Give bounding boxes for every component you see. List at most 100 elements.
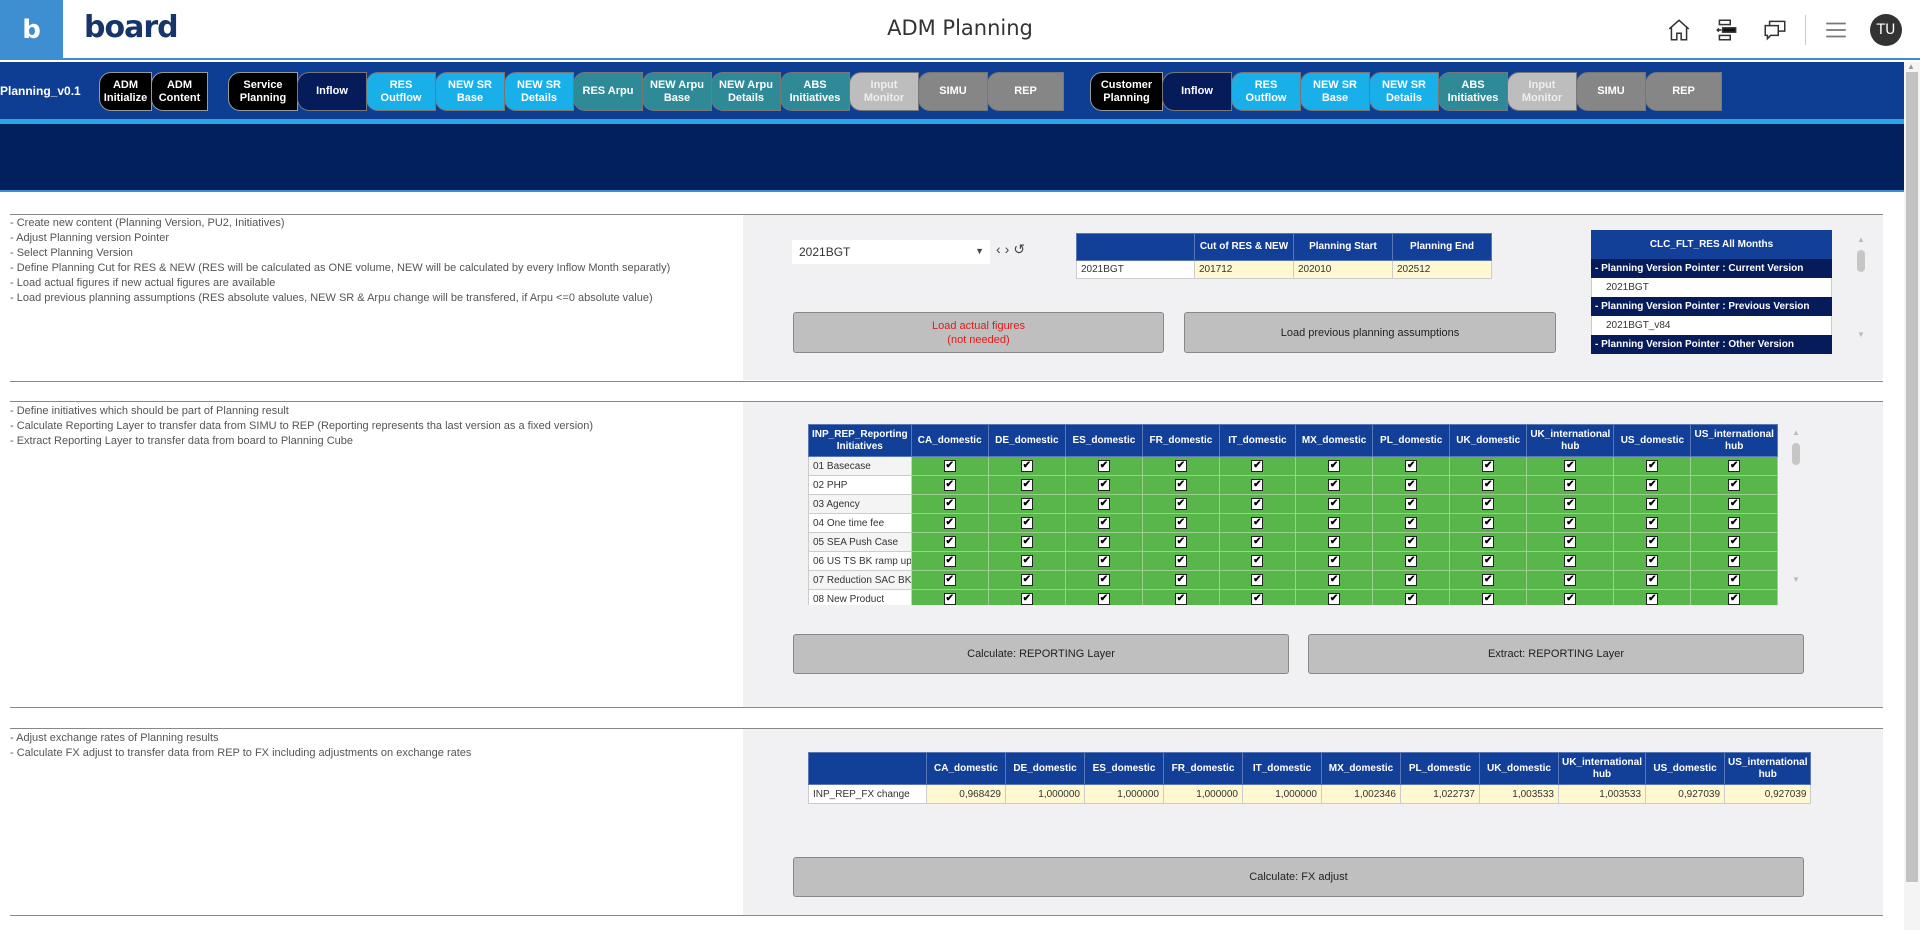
checkbox[interactable]: ✔ [1174,555,1187,567]
checkbox[interactable]: ✔ [1564,479,1577,491]
checkbox[interactable]: ✔ [1020,536,1033,548]
scroll-up-icon[interactable]: ▲ [1791,428,1801,437]
calculate-reporting-layer-button[interactable]: Calculate: REPORTING Layer [793,634,1289,674]
checkbox[interactable]: ✔ [943,498,956,510]
checkbox[interactable]: ✔ [1405,574,1418,586]
tab-new-sr-details[interactable]: NEW SR Details [504,72,574,111]
checkbox[interactable]: ✔ [1251,517,1264,529]
cut-cell[interactable]: 201712 [1194,260,1294,279]
checkbox[interactable]: ✔ [1328,517,1341,529]
tab-res-arpu[interactable]: RES Arpu [573,72,643,111]
checkbox[interactable]: ✔ [1020,498,1033,510]
checkbox[interactable]: ✔ [1482,460,1495,472]
checkbox[interactable]: ✔ [1728,460,1741,472]
scroll-up-icon[interactable]: ▲ [1856,235,1866,244]
checkbox[interactable]: ✔ [1020,460,1033,472]
checkbox[interactable]: ✔ [1097,498,1110,510]
checkbox[interactable]: ✔ [1646,574,1659,586]
planning-end-cell[interactable]: 202512 [1392,260,1492,279]
tab-adm-content[interactable]: ADM Content [151,72,208,111]
tab-res-outflow[interactable]: RES Outflow [1231,72,1301,111]
checkbox[interactable]: ✔ [1328,555,1341,567]
checkbox[interactable]: ✔ [1564,593,1577,605]
checkbox[interactable]: ✔ [1174,517,1187,529]
checkbox[interactable]: ✔ [1564,460,1577,472]
checkbox[interactable]: ✔ [1728,574,1741,586]
checkbox[interactable]: ✔ [1405,460,1418,472]
checkbox[interactable]: ✔ [1328,536,1341,548]
tab-abs-initiatives[interactable]: ABS Initiatives [780,72,850,111]
initiatives-scrollbar[interactable]: ▲ ▼ [1791,428,1801,584]
checkbox[interactable]: ✔ [1097,517,1110,529]
calculate-fx-adjust-button[interactable]: Calculate: FX adjust [793,857,1804,897]
checkbox[interactable]: ✔ [1482,517,1495,529]
checkbox[interactable]: ✔ [1405,536,1418,548]
checkbox[interactable]: ✔ [1174,460,1187,472]
tab-customer-planning[interactable]: Customer Planning [1090,72,1163,111]
checkbox[interactable]: ✔ [1251,593,1264,605]
tab-adm-initialize[interactable]: ADM Initialize [99,72,152,111]
checkbox[interactable]: ✔ [1482,536,1495,548]
tab-input-monitor[interactable]: Input Monitor [1507,72,1577,111]
tab-inflow[interactable]: Inflow [297,72,367,111]
checkbox[interactable]: ✔ [1482,593,1495,605]
user-avatar[interactable]: TU [1870,14,1902,46]
checkbox[interactable]: ✔ [943,517,956,529]
checkbox[interactable]: ✔ [1564,574,1577,586]
layout-button[interactable] [1703,10,1751,50]
checkbox[interactable]: ✔ [1174,498,1187,510]
planning-version-select[interactable]: 2021BGT ▼ [792,240,990,264]
checkbox[interactable]: ✔ [1405,479,1418,491]
checkbox[interactable]: ✔ [1020,517,1033,529]
pointer-value-item[interactable]: 2021BGT [1591,278,1832,297]
tab-simu[interactable]: SIMU [918,72,988,111]
checkbox[interactable]: ✔ [1174,479,1187,491]
scroll-thumb[interactable] [1906,72,1918,882]
tab-new-sr-details[interactable]: NEW SR Details [1369,72,1439,111]
checkbox[interactable]: ✔ [1728,479,1741,491]
checkbox[interactable]: ✔ [1564,536,1577,548]
checkbox[interactable]: ✔ [1646,555,1659,567]
fx-value-cell[interactable]: 1,000000 [1084,784,1164,804]
checkbox[interactable]: ✔ [1646,536,1659,548]
page-scrollbar[interactable]: ▲ [1904,62,1920,930]
checkbox[interactable]: ✔ [1020,555,1033,567]
checkbox[interactable]: ✔ [943,593,956,605]
checkbox[interactable]: ✔ [1251,460,1264,472]
checkbox[interactable]: ✔ [943,574,956,586]
tab-new-arpu-details[interactable]: NEW Arpu Details [711,72,781,111]
tab-res-outflow[interactable]: RES Outflow [366,72,436,111]
checkbox[interactable]: ✔ [1328,479,1341,491]
scroll-down-icon[interactable]: ▼ [1791,575,1801,584]
checkbox[interactable]: ✔ [1728,536,1741,548]
main-menu-button[interactable] [1812,10,1860,50]
fx-value-cell[interactable]: 1,000000 [1005,784,1085,804]
checkbox[interactable]: ✔ [1405,555,1418,567]
checkbox[interactable]: ✔ [1020,574,1033,586]
home-button[interactable] [1655,10,1703,50]
reset-icon[interactable]: ↺ [1013,241,1025,258]
tab-abs-initiatives[interactable]: ABS Initiatives [1438,72,1508,111]
checkbox[interactable]: ✔ [1097,555,1110,567]
fx-value-cell[interactable]: 1,002346 [1321,784,1401,804]
pointer-group-header[interactable]: - Planning Version Pointer : Other Versi… [1591,335,1832,354]
checkbox[interactable]: ✔ [1564,517,1577,529]
tab-new-arpu-base[interactable]: NEW Arpu Base [642,72,712,111]
fx-value-cell[interactable]: 0,968429 [926,784,1006,804]
checkbox[interactable]: ✔ [1646,460,1659,472]
fx-value-cell[interactable]: 0,927039 [1645,784,1726,804]
checkbox[interactable]: ✔ [1251,574,1264,586]
tab-rep[interactable]: REP [1645,72,1722,111]
tab-service-planning[interactable]: Service Planning [228,72,298,111]
checkbox[interactable]: ✔ [1564,555,1577,567]
checkbox[interactable]: ✔ [1174,593,1187,605]
checkbox[interactable]: ✔ [1728,517,1741,529]
checkbox[interactable]: ✔ [1097,460,1110,472]
checkbox[interactable]: ✔ [943,460,956,472]
checkbox[interactable]: ✔ [1097,593,1110,605]
fx-value-cell[interactable]: 1,003533 [1557,784,1647,804]
checkbox[interactable]: ✔ [1646,498,1659,510]
checkbox[interactable]: ✔ [1728,593,1741,605]
next-icon[interactable]: › [1005,241,1010,258]
checkbox[interactable]: ✔ [1251,536,1264,548]
